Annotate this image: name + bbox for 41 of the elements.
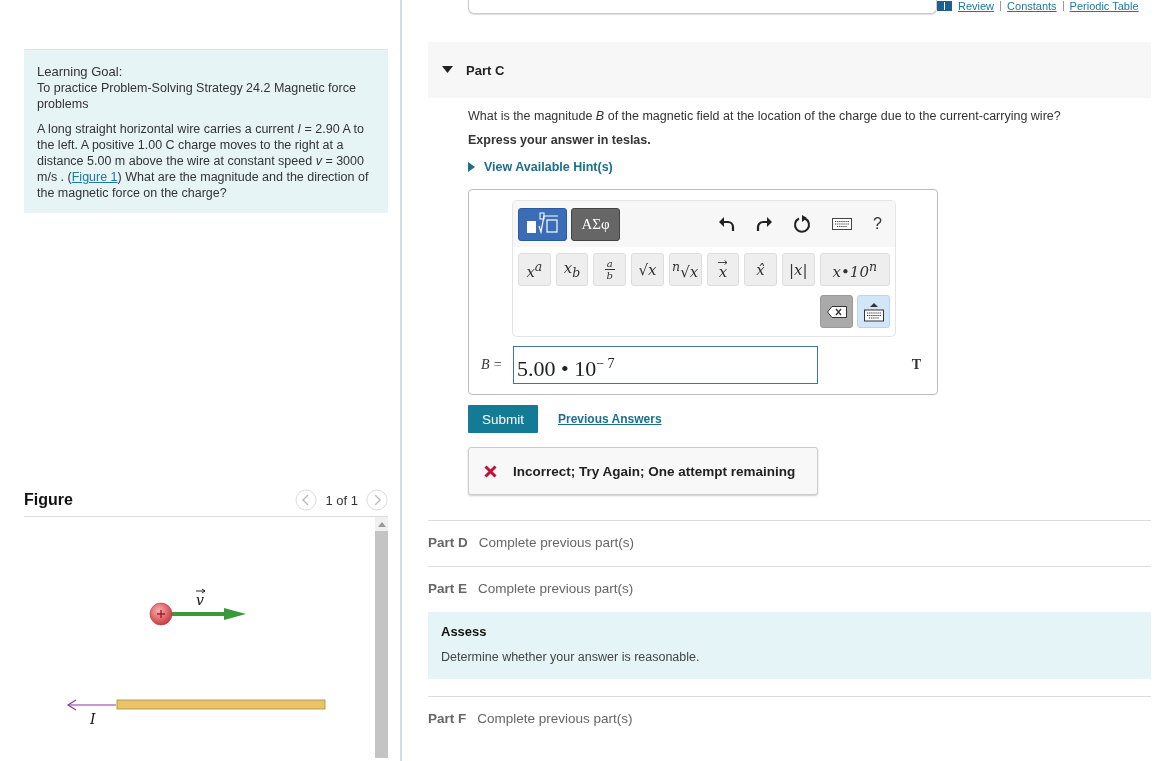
assess-text: Determine whether your answer is reasonable. [441, 650, 701, 664]
help-button[interactable]: ? [873, 215, 882, 233]
page-counter: 1 of 1 [325, 492, 358, 508]
template-button[interactable]: a b [593, 253, 627, 286]
assess-heading: Assess [441, 624, 488, 639]
part-status: Complete previous part(s) [478, 535, 635, 552]
template-button[interactable]: x [706, 253, 740, 286]
feedback-message: Incorrect; Try Again; One attempt remaining [468, 447, 818, 495]
part-status: Complete previous part(s) [477, 711, 633, 728]
goal-heading: Learning Goal: [37, 64, 124, 80]
answer-instruction: Express your answer in teslas. [468, 133, 652, 147]
template-button[interactable]: x$^{a}$ [518, 253, 551, 286]
problem-text: A long straight horizontal wire carries a current I = 2.90 A to the left. A positive 1.00 C charge moves to the right at a distance 5.00 m above the wire at constant speed v = 3000 m/s . (Figure 1) What are the magnitude and the direction of the magnetic force on the charge? [37, 121, 370, 201]
greek-tab[interactable]: ΑΣφ [571, 207, 620, 241]
answer-field[interactable]: 5.00 • 10$^{− 7}$ [513, 346, 818, 384]
template-button[interactable]: x$_{b}$ [555, 253, 589, 286]
variable-label: B = [481, 357, 504, 373]
template-button[interactable]: x̂ [744, 253, 777, 286]
template-button[interactable]: √x [631, 253, 664, 286]
part-status: Complete previous part(s) [478, 581, 634, 598]
unit-label: T [911, 357, 921, 373]
previous-answers-link[interactable]: Previous Answers [558, 412, 662, 426]
part-title: Part D [428, 535, 468, 552]
part-title: Part E [428, 581, 468, 598]
header-link[interactable]: Review [958, 0, 995, 12]
template-button[interactable]: x•10$^{n}$ [819, 253, 890, 286]
part-title: Part F [428, 711, 467, 728]
template-button[interactable]: $^{n}$√x [668, 253, 702, 286]
submit-button[interactable]: Submit [468, 405, 538, 433]
header-link[interactable]: Periodic Table [1069, 0, 1139, 12]
figure-heading: Figure [24, 491, 73, 509]
part-title: Part C [466, 62, 505, 78]
part-header[interactable]: Part C [428, 42, 1151, 98]
header-link[interactable]: Constants [1007, 0, 1057, 12]
goal-text: To practice Problem-Solving Strategy 24.2 Magnetic force problems [37, 80, 357, 112]
template-button[interactable]: |x| [781, 253, 815, 286]
velocity-label: v [196, 592, 204, 608]
question-text: What is the magnitude B of the magnetic field at the location of the charge due to the current-carrying wire? [468, 109, 1062, 123]
hints-link[interactable]: View Available Hint(s) [468, 160, 613, 174]
figure-link[interactable]: Figure 1 [71, 170, 118, 184]
current-label: I [90, 711, 96, 727]
